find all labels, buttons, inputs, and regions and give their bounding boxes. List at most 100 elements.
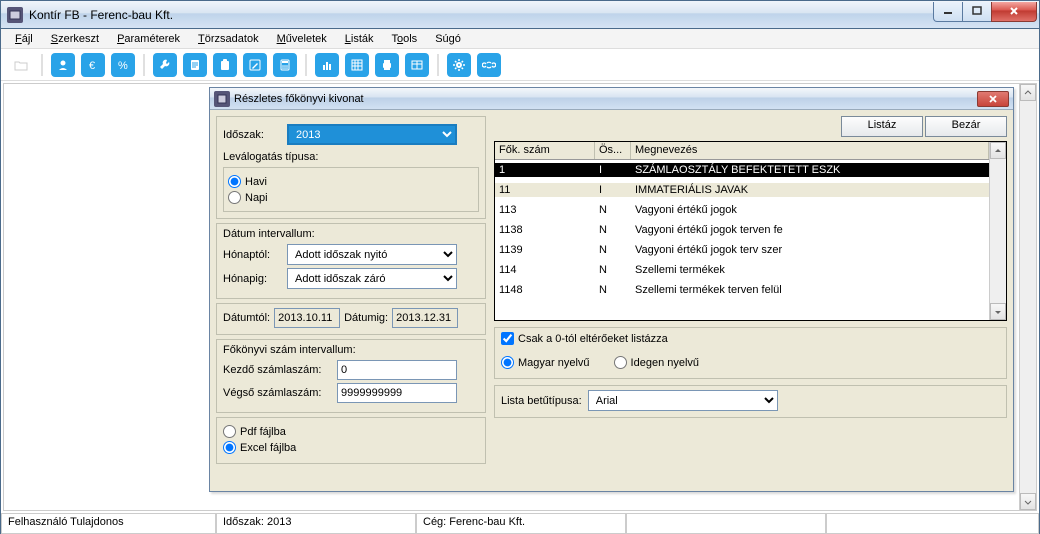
date-from-input (274, 308, 340, 328)
status-user: Felhasználó Tulajdonos (1, 514, 216, 534)
table-row[interactable]: 114NSzellemi termékek (495, 260, 989, 280)
menu-tools[interactable]: Tools (384, 31, 426, 47)
dialog-icon (214, 91, 230, 107)
status-period: Időszak: 2013 (216, 514, 416, 534)
date-from-label: Dátumtól: (223, 312, 270, 324)
grid-header-name[interactable]: Megnevezés (631, 142, 989, 159)
status-company: Cég: Ferenc-bau Kft. (416, 514, 626, 534)
font-select[interactable]: Arial (588, 390, 778, 411)
nonzero-label: Csak a 0-tól eltérőeket listázza (518, 333, 668, 345)
lang-foreign-radio[interactable] (614, 356, 627, 369)
window-buttons (934, 2, 1037, 22)
table-row[interactable]: 1138NVagyoni értékű jogok terven fe (495, 220, 989, 240)
account-from-input[interactable] (337, 360, 457, 380)
account-to-label: Végső számlaszám: (223, 387, 333, 399)
main-area: Részletes főkönyvi kivonat Időszak: 2013… (3, 83, 1037, 511)
account-from-label: Kezdő számlaszám: (223, 364, 333, 376)
tool-print-icon[interactable] (375, 53, 399, 77)
menubar: Fájl Szerkeszt Paraméterek Törzsadatok M… (1, 29, 1039, 49)
tool-document-icon[interactable] (183, 53, 207, 77)
month-from-select[interactable]: Adott időszak nyitó (287, 244, 457, 265)
dialog-close-button[interactable] (977, 91, 1009, 107)
month-to-select[interactable]: Adott időszak záró (287, 268, 457, 289)
output-pdf-radio[interactable] (223, 425, 236, 438)
statusbar: Felhasználó Tulajdonos Időszak: 2013 Cég… (1, 513, 1039, 533)
main-scrollbar[interactable] (1019, 84, 1036, 510)
filter-daily-radio[interactable] (228, 191, 241, 204)
period-select[interactable]: 2013 (287, 124, 457, 145)
dialog-title: Részletes főkönyvi kivonat (234, 93, 977, 105)
grid-scrollbar[interactable] (989, 142, 1006, 320)
account-interval-group: Főkönyvi szám intervallum: Kezdő számlas… (216, 339, 486, 413)
tool-euro-icon[interactable]: € (81, 53, 105, 77)
date-interval-group: Dátum intervallum: Hónaptól: Adott idősz… (216, 223, 486, 299)
dialog-titlebar: Részletes főkönyvi kivonat (210, 88, 1013, 110)
app-icon (7, 7, 23, 23)
tool-grid-icon[interactable] (345, 53, 369, 77)
tool-gear-icon[interactable] (447, 53, 471, 77)
grid-header-sum[interactable]: Ös... (595, 142, 631, 159)
lang-hu-radio[interactable] (501, 356, 514, 369)
date-to-input (392, 308, 458, 328)
account-interval-label: Főkönyvi szám intervallum: (223, 344, 479, 356)
output-excel-label: Excel fájlba (240, 442, 296, 454)
menu-master[interactable]: Törzsadatok (190, 31, 267, 47)
menu-file[interactable]: Fájl (7, 31, 41, 47)
svg-text:€: € (89, 60, 95, 72)
toolbar: € % (1, 49, 1039, 81)
tool-link-icon[interactable] (477, 53, 501, 77)
table-row[interactable]: 1139NVagyoni értékű jogok terv szer (495, 240, 989, 260)
report-dialog: Részletes főkönyvi kivonat Időszak: 2013… (209, 87, 1014, 492)
period-group: Időszak: 2013 Leválogatás típusa: Havi N… (216, 116, 486, 219)
tool-chart-icon[interactable] (315, 53, 339, 77)
maximize-button[interactable] (962, 2, 992, 22)
table-row[interactable]: 113NVagyoni értékű jogok (495, 200, 989, 220)
month-to-label: Hónapig: (223, 273, 283, 285)
status-empty1 (626, 514, 826, 534)
menu-edit[interactable]: Szerkeszt (43, 31, 107, 47)
table-row[interactable]: 1ISZÁMLAOSZTÁLY BEFEKTETETT ESZK (495, 160, 989, 180)
tool-wrench-icon[interactable] (153, 53, 177, 77)
lang-hu-label: Magyar nyelvű (518, 357, 590, 369)
tool-clipboard-icon[interactable] (213, 53, 237, 77)
output-group: Pdf fájlba Excel fájlba (216, 417, 486, 464)
tool-folder-icon[interactable] (9, 53, 33, 77)
tool-user-icon[interactable] (51, 53, 75, 77)
close-button[interactable] (991, 2, 1037, 22)
date-to-label: Dátumig: (344, 312, 388, 324)
filter-monthly-label: Havi (245, 176, 267, 188)
scroll-up-icon[interactable] (1020, 84, 1036, 101)
menu-help[interactable]: Súgó (427, 31, 469, 47)
table-row[interactable]: 11IIMMATERIÁLIS JAVAK (495, 180, 989, 200)
menu-params[interactable]: Paraméterek (109, 31, 188, 47)
filter-monthly-radio[interactable] (228, 175, 241, 188)
close-dialog-button[interactable]: Bezár (925, 116, 1007, 137)
output-pdf-label: Pdf fájlba (240, 426, 286, 438)
account-to-input[interactable] (337, 383, 457, 403)
minimize-button[interactable] (933, 2, 963, 22)
scroll-down-icon[interactable] (1020, 493, 1036, 510)
menu-ops[interactable]: Műveletek (269, 31, 335, 47)
table-row[interactable]: 1148NSzellemi termékek terven felül (495, 280, 989, 300)
output-excel-radio[interactable] (223, 441, 236, 454)
date-interval-label: Dátum intervallum: (223, 228, 479, 240)
tool-edit-icon[interactable] (243, 53, 267, 77)
accounts-grid[interactable]: Fők. szám Ös... Megnevezés 1ISZÁMLAOSZTÁ… (494, 141, 1007, 321)
tool-table-icon[interactable] (405, 53, 429, 77)
tool-calculator-icon[interactable] (273, 53, 297, 77)
nonzero-checkbox[interactable] (501, 332, 514, 345)
status-empty2 (826, 514, 1039, 534)
list-button[interactable]: Listáz (841, 116, 923, 137)
nonzero-group: Csak a 0-tól eltérőeket listázza Magyar … (494, 327, 1007, 379)
month-from-label: Hónaptól: (223, 249, 283, 261)
grid-scroll-up-icon[interactable] (990, 142, 1006, 159)
grid-header-num[interactable]: Fők. szám (495, 142, 595, 159)
menu-lists[interactable]: Listák (337, 31, 382, 47)
svg-text:%: % (118, 60, 128, 72)
filter-type-label: Leválogatás típusa: (223, 151, 479, 163)
font-label: Lista betűtípusa: (501, 395, 582, 407)
grid-scroll-down-icon[interactable] (990, 303, 1006, 320)
main-window: Kontír FB - Ferenc-bau Kft. Fájl Szerkes… (0, 0, 1040, 534)
tool-percent-icon[interactable]: % (111, 53, 135, 77)
date-range-group: Dátumtól: Dátumig: (216, 303, 486, 335)
